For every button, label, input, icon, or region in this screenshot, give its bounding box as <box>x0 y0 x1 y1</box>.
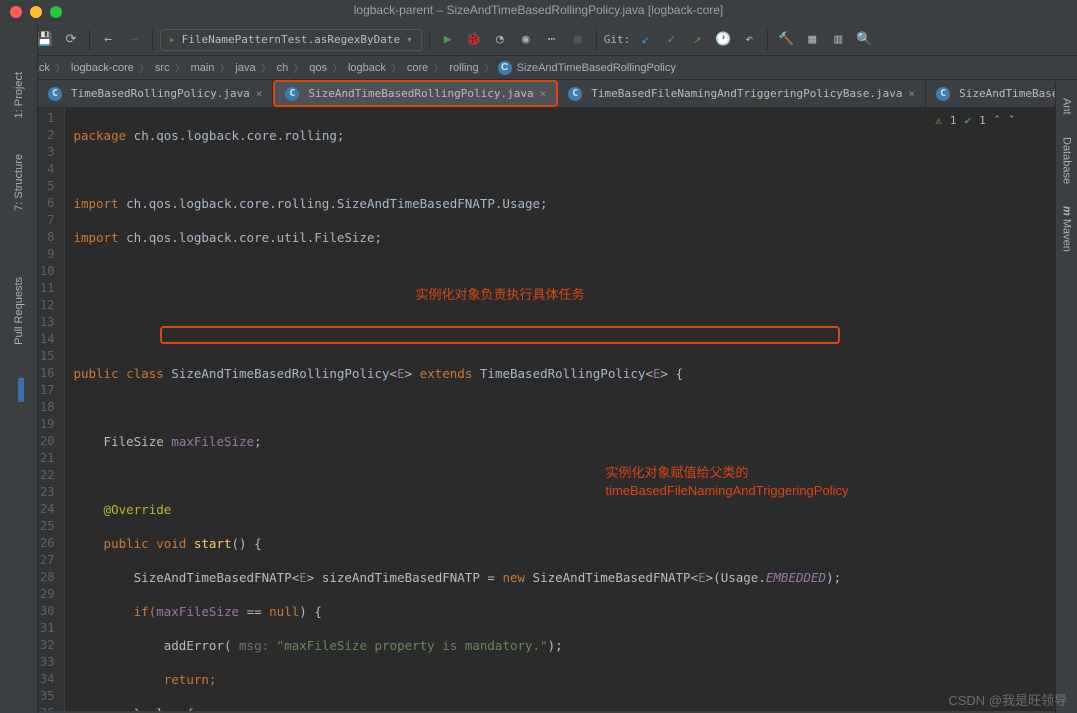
crumb[interactable]: logback <box>346 62 388 74</box>
structure-icon[interactable]: ▦ <box>801 29 823 51</box>
crumb[interactable]: main <box>189 62 217 74</box>
close-icon[interactable]: × <box>256 87 263 100</box>
tool-structure[interactable]: 7: Structure <box>10 146 28 219</box>
line-gutter: 1234567891011121314151617181920212223242… <box>38 108 65 711</box>
close-icon[interactable]: × <box>540 87 547 100</box>
highlight-box-1 <box>160 326 840 344</box>
forward-icon[interactable]: → <box>123 29 145 51</box>
crumb[interactable]: qos <box>307 62 329 74</box>
back-icon[interactable]: ← <box>97 29 119 51</box>
build-icon[interactable]: 🔨 <box>775 29 797 51</box>
crumb[interactable]: ch <box>275 62 291 74</box>
warning-icon: ⚠ <box>935 114 942 127</box>
git-update-icon[interactable]: ↙ <box>634 29 656 51</box>
git-label: Git: <box>604 33 631 46</box>
editor-tab[interactable]: CTimeBasedFileNamingAndTriggeringPolicyB… <box>558 80 926 107</box>
watermark: CSDN @我是旺领导 <box>948 690 1067 709</box>
inspection-status[interactable]: ⚠1 ✔1 ˆ ˇ <box>935 114 1015 127</box>
debug-icon[interactable]: 🐞 <box>463 29 485 51</box>
coverage-icon[interactable]: ◔ <box>489 29 511 51</box>
active-tool-indicator <box>18 378 24 402</box>
chevron-up-icon[interactable]: ˆ <box>994 114 1001 127</box>
run-config-selector[interactable]: ▸ FileNamePatternTest.asRegexByDate ▾ <box>160 29 422 51</box>
git-history-icon[interactable]: 🕐 <box>712 29 734 51</box>
window-title: logback-parent – SizeAndTimeBasedRolling… <box>0 3 1077 17</box>
crumb[interactable]: logback-core <box>69 62 136 74</box>
breadcrumb: logback〉 logback-core〉 src〉 main〉 java〉 … <box>0 56 1077 80</box>
editor-tab-active[interactable]: CSizeAndTimeBasedRollingPolicy.java× <box>273 80 558 107</box>
class-icon: C <box>498 61 512 75</box>
run-config-label: FileNamePatternTest.asRegexByDate <box>182 33 401 46</box>
crumb[interactable]: SizeAndTimeBasedRollingPolicy <box>515 62 678 74</box>
crumb[interactable]: rolling <box>447 62 480 74</box>
git-rollback-icon[interactable]: ↶ <box>738 29 760 51</box>
git-commit-icon[interactable]: ✓ <box>660 29 682 51</box>
tool-ant[interactable]: Ant <box>1059 92 1075 121</box>
right-tool-strip: Ant Database m Maven <box>1055 82 1077 713</box>
tool-database[interactable]: Database <box>1059 131 1075 190</box>
tool-maven[interactable]: m Maven <box>1059 200 1075 258</box>
tool-project[interactable]: 1: Project <box>10 64 28 126</box>
settings-icon[interactable]: ▥ <box>827 29 849 51</box>
close-icon[interactable]: × <box>909 87 916 100</box>
editor-tabs: CTimeBasedRollingPolicy.java× CSizeAndTi… <box>0 80 1077 108</box>
main-toolbar: 📂 💾 ⟳ ← → ▸ FileNamePatternTest.asRegexB… <box>0 24 1077 56</box>
editor-tab[interactable]: CTimeBasedRollingPolicy.java× <box>38 80 273 107</box>
profile-icon[interactable]: ◉ <box>515 29 537 51</box>
annotation-2b: timeBasedFileNamingAndTriggeringPolicy <box>605 482 848 499</box>
attach-icon[interactable]: ⋯ <box>541 29 563 51</box>
code-area[interactable]: package package ch.qos.logback.core.roll… <box>65 108 1055 711</box>
crumb[interactable]: java <box>233 62 257 74</box>
ok-icon: ✔ <box>965 114 972 127</box>
code-editor[interactable]: ⚠1 ✔1 ˆ ˇ 123456789101112131415161718192… <box>38 108 1055 711</box>
search-icon[interactable]: 🔍 <box>853 29 875 51</box>
git-push-icon[interactable]: ↗ <box>686 29 708 51</box>
crumb[interactable]: src <box>153 62 172 74</box>
stop-icon[interactable]: ■ <box>567 29 589 51</box>
run-icon[interactable]: ▶ <box>437 29 459 51</box>
crumb[interactable]: core <box>405 62 430 74</box>
chevron-down-icon[interactable]: ˇ <box>1008 114 1015 127</box>
annotation-1: 实例化对象负责执行具体任务 <box>415 286 584 303</box>
sync-icon[interactable]: ⟳ <box>60 29 82 51</box>
tool-pull-requests[interactable]: Pull Requests <box>10 269 28 353</box>
left-tool-strip: 1: Project 7: Structure Pull Requests <box>0 24 38 713</box>
annotation-2a: 实例化对象赋值给父类的 <box>605 464 748 481</box>
